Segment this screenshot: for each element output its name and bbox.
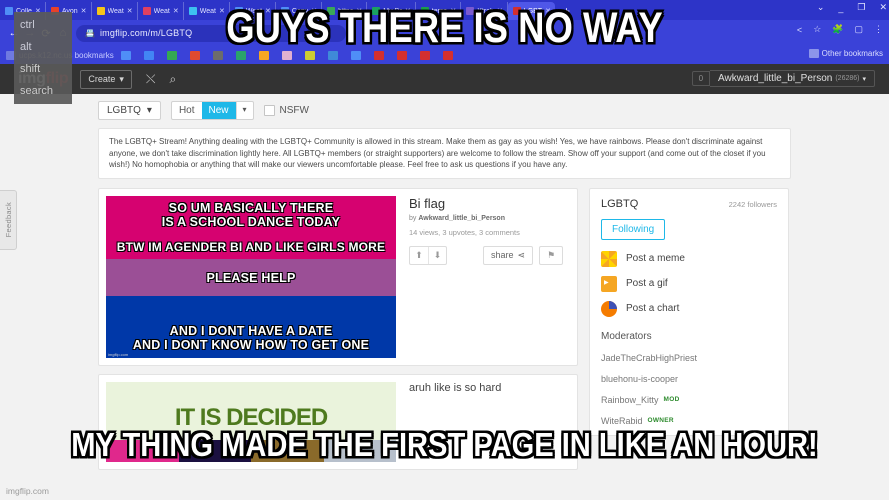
user-menu[interactable]: Awkward_little_bi_Person (26286) ▾ — [710, 70, 875, 87]
bookmark-icon[interactable] — [143, 50, 154, 60]
sidebar-stream-name: LGBTQ — [601, 197, 639, 210]
flag-stripe-purple: PLEASE HELP — [106, 258, 396, 296]
meme-line-5: AND I DONT HAVE A DATE — [169, 323, 333, 338]
bookmark-icon[interactable] — [166, 50, 177, 60]
post-title[interactable]: Bi flag — [409, 196, 570, 211]
meme-watermark: imgflip.com — [108, 351, 129, 357]
feedback-tab[interactable]: Feedback — [0, 190, 17, 250]
moderator-item[interactable]: JadeTheCrabHighPriest — [601, 353, 777, 363]
meme-line-2: IS A SCHOOL DANCE TODAY — [161, 214, 341, 229]
tab-new[interactable]: New — [201, 102, 236, 119]
meme-line-4: PLEASE HELP — [206, 270, 296, 285]
stream-select-label: LGBTQ — [107, 105, 141, 116]
chevron-down-icon: ▾ — [862, 75, 866, 83]
post-info: Bi flag by Awkward_little_bi_Person 14 v… — [396, 196, 570, 358]
header-right: 0 Awkward_little_bi_Person (26286) ▾ — [691, 70, 875, 87]
notification-badge[interactable]: 0 — [691, 71, 711, 86]
kbd-search: search — [20, 85, 54, 97]
meme-line-3: BTW IM AGENDER BI AND LIKE GIRLS MORE — [116, 239, 386, 254]
meme-line-6: AND I DONT KNOW HOW TO GET ONE — [132, 337, 370, 352]
stream-select[interactable]: LGBTQ ▾ — [98, 101, 161, 120]
vote-group: ⬆ ⬇ — [409, 245, 447, 265]
post-card: SO UM BASICALLY THERE IS A SCHOOL DANCE … — [98, 187, 578, 366]
share-icon: ⋖ — [517, 249, 526, 260]
post-a-gif-action[interactable]: Post a gif — [601, 275, 777, 292]
downvote-icon[interactable]: ⬇ — [428, 246, 446, 264]
following-button[interactable]: Following — [601, 218, 666, 240]
sort-segmented-control: Hot New ▾ — [170, 101, 254, 120]
moderator-badge: MOD — [663, 396, 680, 403]
post-a-meme-action[interactable]: Post a meme — [601, 250, 777, 267]
chevron-down-icon: ▾ — [119, 73, 124, 84]
moderators-title: Moderators — [601, 330, 652, 342]
create-label: Create — [88, 74, 116, 84]
sidebar-followers: 2242 followers — [728, 199, 777, 209]
meme-caption-bottom: MY THING MADE THE FIRST PAGE IN LIKE AN … — [71, 426, 818, 464]
moderator-item[interactable]: WiteRabid OWNER — [601, 416, 777, 426]
stream-description: The LGBTQ+ Stream! Anything dealing with… — [98, 128, 791, 179]
chevron-down-icon: ▾ — [146, 105, 152, 116]
meme-icon — [601, 250, 617, 267]
moderator-name: JadeTheCrabHighPriest — [601, 352, 698, 363]
moderator-badge: OWNER — [647, 417, 674, 424]
search-icon[interactable]: ⌕ — [170, 72, 177, 87]
kbd-shift: shift — [20, 63, 41, 75]
upvote-icon[interactable]: ⬆ — [410, 247, 428, 264]
meme-caption-top: GUYS THERE IS NO WAY — [226, 4, 663, 52]
meme-line-1: SO UM BASICALLY THERE — [168, 200, 334, 215]
imgflip-header: imgflip Create ▾ ⤬ ⌕ 0 Awkward_little_bi… — [0, 64, 889, 94]
tab-favicon-icon — [5, 7, 13, 15]
by-prefix: by — [409, 214, 417, 222]
create-button[interactable]: Create ▾ — [80, 69, 132, 89]
flag-stripe-blue: AND I DONT HAVE A DATE AND I DONT KNOW H… — [106, 295, 396, 358]
tab-hot[interactable]: Hot — [172, 102, 202, 119]
page-content: LGBTQ ▾ Hot New ▾ NSFW The LGBTQ+ Stream… — [0, 94, 889, 470]
gif-icon — [601, 275, 617, 292]
report-button[interactable]: ⚑ — [539, 245, 564, 265]
moderator-item[interactable]: bluehonu-is-cooper — [601, 374, 777, 384]
feedback-label: Feedback — [3, 202, 13, 238]
username-label: Awkward_little_bi_Person — [718, 73, 833, 84]
bookmark-icon[interactable] — [120, 50, 131, 60]
post-author-line: by Awkward_little_bi_Person — [409, 215, 570, 222]
post-stats: 14 views, 3 upvotes, 3 comments — [409, 227, 520, 237]
sidebar-header: LGBTQ 2242 followers — [601, 198, 777, 210]
post-2-title[interactable]: aruh like is so hard — [409, 382, 501, 394]
stream-sidebar: LGBTQ 2242 followers Following Post a me… — [589, 187, 789, 436]
moderator-name: WiteRabid — [601, 415, 643, 426]
sort-dropdown-icon[interactable]: ▾ — [235, 102, 253, 119]
nsfw-toggle[interactable]: NSFW — [263, 105, 309, 116]
post-actions: ⬆ ⬇ share ⋖ ⚑ — [409, 245, 570, 265]
moderator-item[interactable]: Rainbow_Kitty MOD — [601, 395, 777, 405]
nsfw-label: NSFW — [279, 105, 309, 116]
imgflip-watermark: imgflip.com — [6, 486, 49, 496]
post-author[interactable]: Awkward_little_bi_Person — [418, 215, 505, 222]
flag-stripe-pink: SO UM BASICALLY THERE IS A SCHOOL DANCE … — [106, 195, 396, 259]
moderator-name: bluehonu-is-cooper — [601, 373, 679, 384]
sidebar-actions: Post a meme Post a gif Post a chart — [601, 250, 777, 317]
share-label: share — [491, 250, 514, 260]
meme-image[interactable]: SO UM BASICALLY THERE IS A SCHOOL DANCE … — [106, 195, 396, 358]
moderator-name: Rainbow_Kitty — [601, 394, 659, 405]
post-a-chart-label: Post a chart — [626, 303, 680, 314]
window-close-icon[interactable]: ✕ — [879, 2, 887, 13]
bookmark-icon[interactable] — [212, 50, 223, 60]
bookmark-icon[interactable] — [189, 50, 200, 60]
filter-bar: LGBTQ ▾ Hot New ▾ NSFW — [98, 94, 791, 122]
post-a-gif-label: Post a gif — [626, 278, 668, 289]
browser-menu-icon[interactable]: ⋮ — [874, 24, 883, 35]
share-button[interactable]: share ⋖ — [483, 245, 534, 265]
nsfw-checkbox[interactable] — [263, 105, 275, 116]
shuffle-icon[interactable]: ⤬ — [146, 72, 156, 87]
screenshot-root: Colle ✕ Avon ✕ Weat ✕ Weat ✕ Weat ✕ Weat ✕ Copy ✕ http… — [0, 0, 889, 500]
post-a-meme-label: Post a meme — [626, 253, 685, 264]
chart-icon — [601, 300, 617, 317]
user-points: (26286) — [835, 75, 860, 82]
post-a-chart-action[interactable]: Post a chart — [601, 300, 777, 317]
